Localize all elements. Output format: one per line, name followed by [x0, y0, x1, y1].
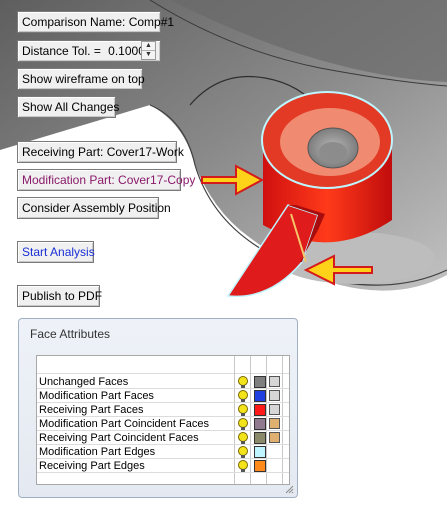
start-analysis-button[interactable]: Start Analysis [17, 241, 95, 263]
comparison-name-button[interactable]: Comparison Name: Comp#1 [17, 11, 174, 33]
spin-down-icon[interactable]: ▼ [142, 50, 155, 59]
color-swatch[interactable] [254, 418, 266, 430]
color-swatch[interactable] [254, 390, 266, 402]
show-wireframe-button[interactable]: Show wireframe on top [17, 68, 145, 90]
show-all-changes-button[interactable]: Show All Changes [17, 96, 119, 118]
face-attribute-row[interactable]: Unchanged Faces [37, 375, 289, 389]
face-attribute-label: Modification Part Edges [39, 446, 156, 458]
color-swatch[interactable] [254, 460, 266, 472]
color-swatch[interactable] [254, 432, 266, 444]
face-attribute-row[interactable]: Receiving Part Coincident Faces [37, 431, 289, 445]
cube-icon[interactable] [269, 404, 280, 415]
face-attribute-label: Modification Part Faces [39, 390, 154, 402]
visibility-bulb-icon[interactable] [238, 390, 248, 402]
panel-title: Face Attributes [30, 327, 111, 341]
face-attribute-row[interactable]: Receiving Part Edges [37, 459, 289, 473]
color-swatch[interactable] [254, 446, 266, 458]
coincident-cube-icon[interactable] [269, 432, 280, 443]
consider-assembly-button[interactable]: Consider Assembly Position [17, 197, 171, 219]
visibility-bulb-icon[interactable] [238, 404, 248, 416]
distance-label: Distance Tol. = [22, 44, 101, 58]
color-swatch[interactable] [254, 376, 266, 388]
distance-tolerance-field[interactable]: Distance Tol. = 0.1000 [17, 40, 161, 62]
face-attributes-panel: Face Attributes Unchanged Faces Modificat… [18, 318, 298, 498]
face-attribute-label: Unchanged Faces [39, 376, 129, 388]
face-attribute-label: Receiving Part Coincident Faces [39, 432, 199, 444]
visibility-bulb-icon[interactable] [238, 460, 248, 472]
receiving-part-button[interactable]: Receiving Part: Cover17-Work [17, 141, 184, 163]
face-attribute-label: Modification Part Coincident Faces [39, 418, 209, 430]
publish-pdf-button[interactable]: Publish to PDF [17, 285, 102, 307]
modification-part-button[interactable]: Modification Part: Cover17-Copy [17, 169, 195, 191]
face-attribute-label: Receiving Part Edges [39, 460, 145, 472]
resize-grip-icon[interactable] [284, 484, 294, 494]
face-attributes-table: Unchanged Faces Modification Part Faces Re… [36, 355, 290, 485]
visibility-bulb-icon[interactable] [238, 446, 248, 458]
face-attribute-row[interactable]: Modification Part Edges [37, 445, 289, 459]
cube-icon[interactable] [269, 390, 280, 401]
color-swatch[interactable] [254, 404, 266, 416]
face-attribute-row[interactable]: Receiving Part Faces [37, 403, 289, 417]
visibility-bulb-icon[interactable] [238, 418, 248, 430]
face-attribute-row[interactable]: Modification Part Coincident Faces [37, 417, 289, 431]
distance-value[interactable]: 0.1000 [108, 44, 145, 58]
visibility-bulb-icon[interactable] [238, 432, 248, 444]
spin-up-icon[interactable]: ▲ [142, 42, 155, 50]
visibility-bulb-icon[interactable] [238, 376, 248, 388]
inner-hole-bottom [319, 142, 347, 162]
cube-icon[interactable] [269, 376, 280, 387]
distance-spinner[interactable]: ▲ ▼ [141, 41, 156, 60]
face-attribute-label: Receiving Part Faces [39, 404, 144, 416]
face-attribute-row[interactable]: Modification Part Faces [37, 389, 289, 403]
coincident-cube-icon[interactable] [269, 418, 280, 429]
